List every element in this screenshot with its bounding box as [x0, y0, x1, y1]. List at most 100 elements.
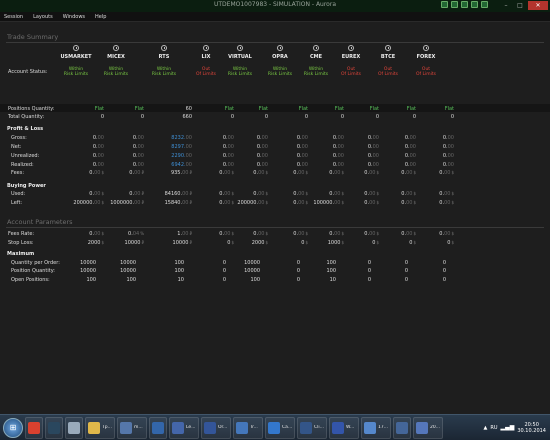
value-cell: 10000 — [52, 268, 96, 274]
taskbar-button[interactable] — [65, 416, 83, 439]
value-decimal: 00 — [137, 135, 144, 141]
value-cell: 10000 — [216, 268, 260, 274]
market-column: VIRTUAL Within Risk Limits — [220, 45, 260, 77]
titlebar-icon[interactable] — [441, 1, 448, 8]
value-integer: 6942. — [171, 162, 186, 168]
network-icon[interactable]: ▂▄▆ — [501, 424, 515, 431]
fees-rate-unit: $ — [451, 231, 454, 236]
titlebar-icon[interactable] — [481, 1, 488, 8]
clock-icon[interactable] — [348, 45, 354, 51]
value-cell: 0.00 — [100, 153, 144, 159]
value-cell: 0 — [410, 114, 454, 120]
value-integer: 935. — [170, 170, 183, 176]
value-cell: 0 — [100, 114, 144, 120]
value-integer: 8232. — [171, 135, 186, 141]
value-cell: 660 — [148, 114, 192, 120]
market-column: EUREX Out Of Limits — [331, 45, 371, 77]
row-label: Position Quantity: — [11, 268, 55, 274]
value-cell: Flat — [224, 106, 268, 112]
taskbar-button[interactable] — [45, 416, 63, 439]
market-name: EUREX — [341, 54, 361, 60]
value-cell: 10000 — [92, 268, 136, 274]
value-cell: 100 — [216, 277, 260, 283]
start-button[interactable]: ⊞ — [3, 417, 23, 438]
status-line-2: Risk Limits — [303, 72, 329, 77]
taskbar-items: Тр... m... Le... Or... Tr... Ca... Cli... W... 1… — [25, 416, 443, 439]
value-cell: 10 — [140, 277, 184, 283]
row-label: Unrealized: — [11, 153, 40, 159]
value-cell: 0.00$ — [410, 231, 454, 237]
value-cell: 2000$ — [60, 240, 104, 246]
clock-icon[interactable] — [203, 45, 209, 51]
value-cell: 8232.00 — [148, 135, 192, 141]
taskbar-clock[interactable]: 20:50 30.10.2014 — [517, 422, 546, 434]
maximum-value: 0 — [442, 260, 446, 266]
value-cell: 0.00$ — [410, 170, 454, 176]
taskbar-label: W... — [346, 425, 355, 430]
clock-icon[interactable] — [423, 45, 429, 51]
value-cell: 10000 — [216, 260, 260, 266]
taskbar-button[interactable]: W... — [329, 416, 359, 439]
value-cell: 0.00$ — [60, 191, 104, 197]
close-icon[interactable]: ✕ — [528, 1, 548, 10]
market-status: Within Risk Limits — [260, 67, 300, 77]
taskbar-button[interactable] — [25, 416, 43, 439]
clock-icon[interactable] — [385, 45, 391, 51]
status-line-2: Risk Limits — [267, 72, 293, 77]
taskbar-button[interactable]: Or... — [201, 416, 231, 439]
value-cell: 0 — [224, 114, 268, 120]
app-icon — [416, 421, 428, 434]
titlebar-icon[interactable] — [451, 1, 458, 8]
taskbar-button[interactable]: 17... — [361, 416, 391, 439]
value-cell: 0.00 — [60, 153, 104, 159]
tray-arrow-icon[interactable]: ▲ — [484, 425, 488, 431]
app-icon — [396, 421, 408, 434]
taskbar-button[interactable]: Cli... — [297, 416, 327, 439]
value-cell: 10000 — [52, 260, 96, 266]
taskbar-button[interactable]: Le... — [169, 416, 199, 439]
value-cell: 2290.00 — [148, 153, 192, 159]
market-status: Out Of Limits — [406, 67, 446, 77]
menu-help[interactable]: Help — [93, 12, 108, 21]
clock-icon[interactable] — [313, 45, 319, 51]
market-status: Within Risk Limits — [56, 67, 96, 77]
clock-icon[interactable] — [277, 45, 283, 51]
taskbar-button[interactable] — [149, 416, 167, 439]
value-cell: 100 — [140, 260, 184, 266]
clock-icon[interactable] — [113, 45, 119, 51]
menu-bar: Session Layouts Windows Help — [0, 12, 550, 22]
positions-quantity-value: Flat — [444, 106, 454, 112]
value-cell: 6942.00 — [148, 162, 192, 168]
taskbar-button[interactable] — [393, 416, 411, 439]
taskbar-button[interactable]: Tr... — [233, 416, 263, 439]
system-tray: ▲ RU ▂▄▆ 20:50 30.10.2014 — [484, 422, 550, 434]
value-decimal: 00 — [447, 135, 454, 141]
taskbar-button[interactable]: Ca... — [265, 416, 295, 439]
titlebar-icon[interactable] — [461, 1, 468, 8]
status-line-2: Of Limits — [340, 72, 362, 77]
menu-windows[interactable]: Windows — [61, 12, 87, 21]
buying-power-heading: Buying Power — [7, 183, 46, 189]
status-line-2: Risk Limits — [63, 72, 89, 77]
titlebar-icon[interactable] — [471, 1, 478, 8]
taskbar-button[interactable]: 20... — [413, 416, 443, 439]
app-icon — [204, 421, 216, 434]
value-decimal: 00 — [182, 170, 189, 176]
maximize-icon[interactable]: □ — [514, 1, 526, 10]
clock-icon[interactable] — [73, 45, 79, 51]
menu-layouts[interactable]: Layouts — [31, 12, 55, 21]
language-indicator[interactable]: RU — [490, 425, 497, 431]
clock-icon[interactable] — [237, 45, 243, 51]
clock-icon[interactable] — [161, 45, 167, 51]
value-decimal: 00 — [137, 144, 144, 150]
value-decimal: 00 — [447, 144, 454, 150]
taskbar-button[interactable]: Тр... — [85, 416, 115, 439]
value-cell: Flat — [410, 106, 454, 112]
maximum-value: 10000 — [120, 268, 136, 274]
market-name: BTCE — [380, 54, 396, 60]
taskbar-button[interactable]: m... — [117, 416, 147, 439]
row-label: Left: — [11, 200, 23, 206]
value-decimal: 00 — [444, 170, 451, 176]
menu-session[interactable]: Session — [2, 12, 25, 21]
minimize-icon[interactable]: – — [500, 1, 512, 10]
